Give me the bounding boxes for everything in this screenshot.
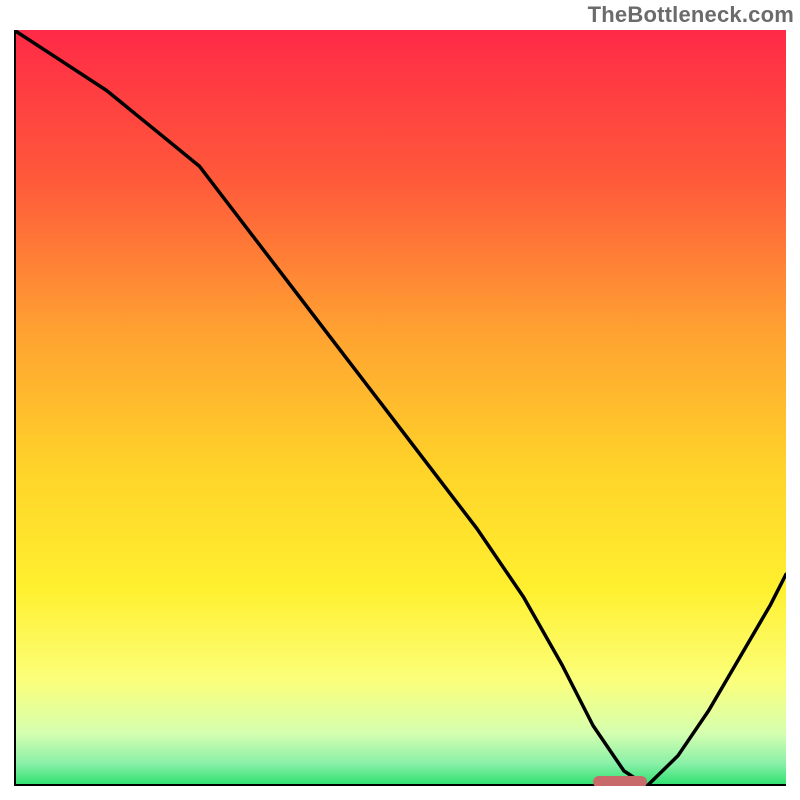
gradient-background [14, 30, 786, 786]
chart-container: TheBottleneck.com [0, 0, 800, 800]
bottleneck-chart [14, 30, 786, 786]
watermark-text: TheBottleneck.com [588, 2, 794, 28]
plot-frame [14, 30, 786, 786]
optimal-marker [593, 776, 647, 786]
